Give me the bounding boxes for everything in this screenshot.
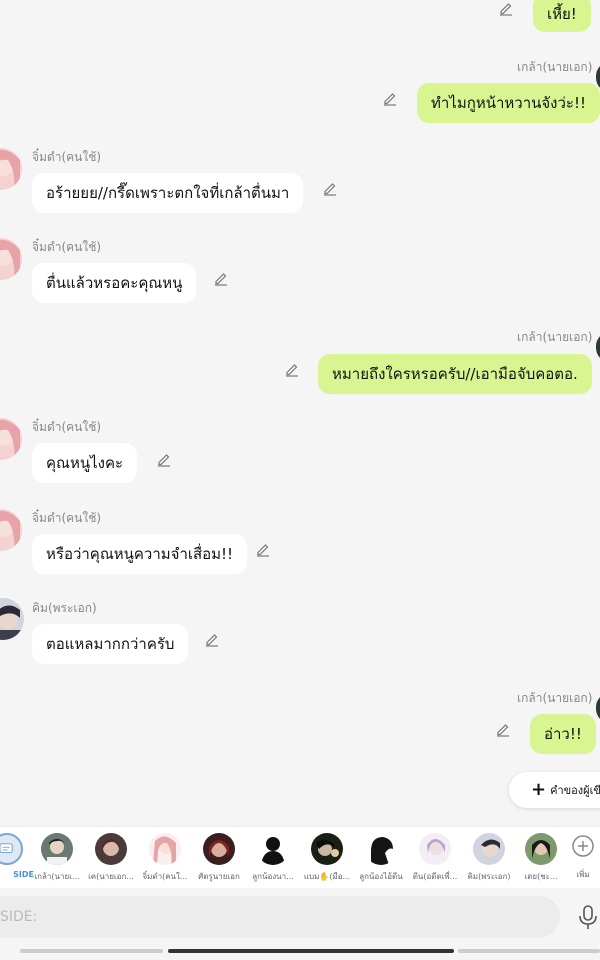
message-text: ตอแหลมากกว่าครับ	[46, 635, 175, 653]
sender-name: เกล้า(นายเอก)	[517, 330, 593, 344]
edit-icon[interactable]	[495, 721, 511, 737]
sender-name: จิ๋มดำ(คนใช้)	[32, 240, 102, 254]
edit-icon[interactable]	[382, 90, 398, 106]
character-label: แบม✋(มือ...	[303, 872, 351, 881]
message-text: หมายถึงใครหรอครับ//เอามือจับคอตอ.	[332, 365, 578, 383]
sender-name: คิม(พระเอก)	[32, 601, 97, 615]
character-item[interactable]: คิม(พระเอก)	[462, 833, 516, 883]
character-label: คิม(พระเอก)	[467, 872, 511, 881]
character-item[interactable]: แบม✋(มือ...	[300, 833, 354, 883]
avatar[interactable]	[0, 238, 22, 280]
add-character-button[interactable]: เพิ่ม	[556, 833, 600, 881]
plus-icon: +	[531, 779, 547, 800]
message-bubble-incoming[interactable]: หรือว่าคุณหนูความจำเสื่อม!!	[32, 534, 248, 574]
message-bubble-outgoing[interactable]: เหี้ย!	[533, 0, 591, 32]
edit-icon[interactable]	[204, 631, 220, 647]
avatar	[149, 833, 181, 865]
nav-handle-left	[20, 949, 163, 953]
edit-icon[interactable]	[156, 451, 172, 467]
avatar[interactable]	[0, 148, 22, 190]
message-text: อ่าว!!	[544, 725, 582, 743]
avatar[interactable]	[0, 418, 22, 460]
sender-name: เกล้า(นายเอก)	[517, 691, 593, 705]
message-bubble-incoming[interactable]: อร้ายยย//กรี๊ดเพราะตกใจที่เกล้าตื่นมา	[32, 173, 304, 213]
character-label: ลูกน้องไอ้ตีน	[359, 872, 403, 881]
message-input[interactable]: SIDE:	[0, 896, 560, 938]
avatar	[311, 833, 343, 865]
avatar[interactable]	[0, 598, 24, 640]
message-text: ตื่นแล้วหรอคะคุณหนู	[46, 274, 183, 292]
edit-icon[interactable]	[284, 361, 300, 377]
suggestion-label: คำของผู้เขี	[550, 784, 600, 797]
avatar	[419, 833, 451, 865]
message-bubble-incoming[interactable]: ตอแหลมากกว่าครับ	[32, 624, 189, 664]
microphone-icon[interactable]	[576, 904, 600, 930]
character-item[interactable]: เค(นายเอก...	[84, 833, 138, 883]
character-item[interactable]: ตีน(อดีตเพื่...	[408, 833, 462, 883]
character-label: ศัตรูนายเอก	[198, 872, 240, 881]
avatar	[95, 833, 127, 865]
character-label: SIDE	[13, 870, 34, 879]
avatar[interactable]	[596, 332, 600, 362]
avatar	[257, 833, 289, 865]
message-bubble-outgoing[interactable]: ทำไมกูหน้าหวานจังว่ะ!!	[417, 83, 600, 123]
character-item[interactable]: ลูกน้องนา...	[246, 833, 300, 883]
nav-handle-right	[458, 949, 600, 953]
edit-icon[interactable]	[498, 0, 514, 16]
character-label: ตีน(อดีตเพื่...	[412, 872, 458, 881]
sender-name: จิ๋มดำ(คนใช้)	[32, 511, 102, 525]
side-chat-icon	[0, 833, 23, 865]
avatar[interactable]	[0, 509, 22, 551]
message-bubble-outgoing[interactable]: หมายถึงใครหรอครับ//เอามือจับคอตอ.	[318, 354, 592, 394]
character-item[interactable]: ศัตรูนายเอก	[192, 833, 246, 883]
character-label: จิ๋มดำ(คนใ...	[142, 872, 188, 881]
character-side[interactable]: SIDE	[0, 833, 34, 879]
avatar	[41, 833, 73, 865]
message-text: คุณหนูไงคะ	[46, 454, 124, 472]
avatar	[203, 833, 235, 865]
avatar	[525, 833, 557, 865]
edit-icon[interactable]	[322, 180, 338, 196]
avatar	[365, 833, 397, 865]
message-text: อร้ายยย//กรี๊ดเพราะตกใจที่เกล้าตื่นมา	[46, 184, 290, 202]
character-label: เค(นายเอก...	[88, 872, 134, 881]
message-text: เหี้ย!	[547, 5, 577, 23]
message-bubble-incoming[interactable]: คุณหนูไงคะ	[32, 443, 138, 483]
character-label: เพิ่ม	[576, 870, 590, 879]
message-text: หรือว่าคุณหนูความจำเสื่อม!!	[46, 545, 234, 563]
edit-icon[interactable]	[255, 541, 271, 557]
character-item[interactable]: จิ๋มดำ(คนใ...	[138, 833, 192, 883]
home-indicator[interactable]	[168, 949, 454, 953]
sender-name: จิ๋มดำ(คนใช้)	[32, 420, 102, 434]
avatar	[473, 833, 505, 865]
sender-name: จิ๋มดำ(คนใช้)	[32, 150, 102, 164]
message-text: ทำไมกูหน้าหวานจังว่ะ!!	[431, 94, 586, 112]
author-suggestion-button[interactable]: + คำของผู้เขี	[509, 772, 600, 808]
edit-icon[interactable]	[213, 270, 229, 286]
character-item[interactable]: เกล้า(นายเ...	[30, 833, 84, 883]
avatar[interactable]	[596, 693, 600, 723]
message-bubble-outgoing[interactable]: อ่าว!!	[530, 714, 596, 754]
character-label: ลูกน้องนา...	[252, 872, 294, 881]
character-label: เกล้า(นายเ...	[34, 872, 80, 881]
character-bar: SIDE เกล้า(นายเ... เค(นายเอก... จิ๋มดำ(ค…	[0, 826, 600, 888]
sender-name: เกล้า(นายเอก)	[517, 60, 593, 74]
message-bubble-incoming[interactable]: ตื่นแล้วหรอคะคุณหนู	[32, 263, 197, 303]
character-item[interactable]: ลูกน้องไอ้ตีน	[354, 833, 408, 883]
add-circle-icon	[570, 833, 596, 859]
